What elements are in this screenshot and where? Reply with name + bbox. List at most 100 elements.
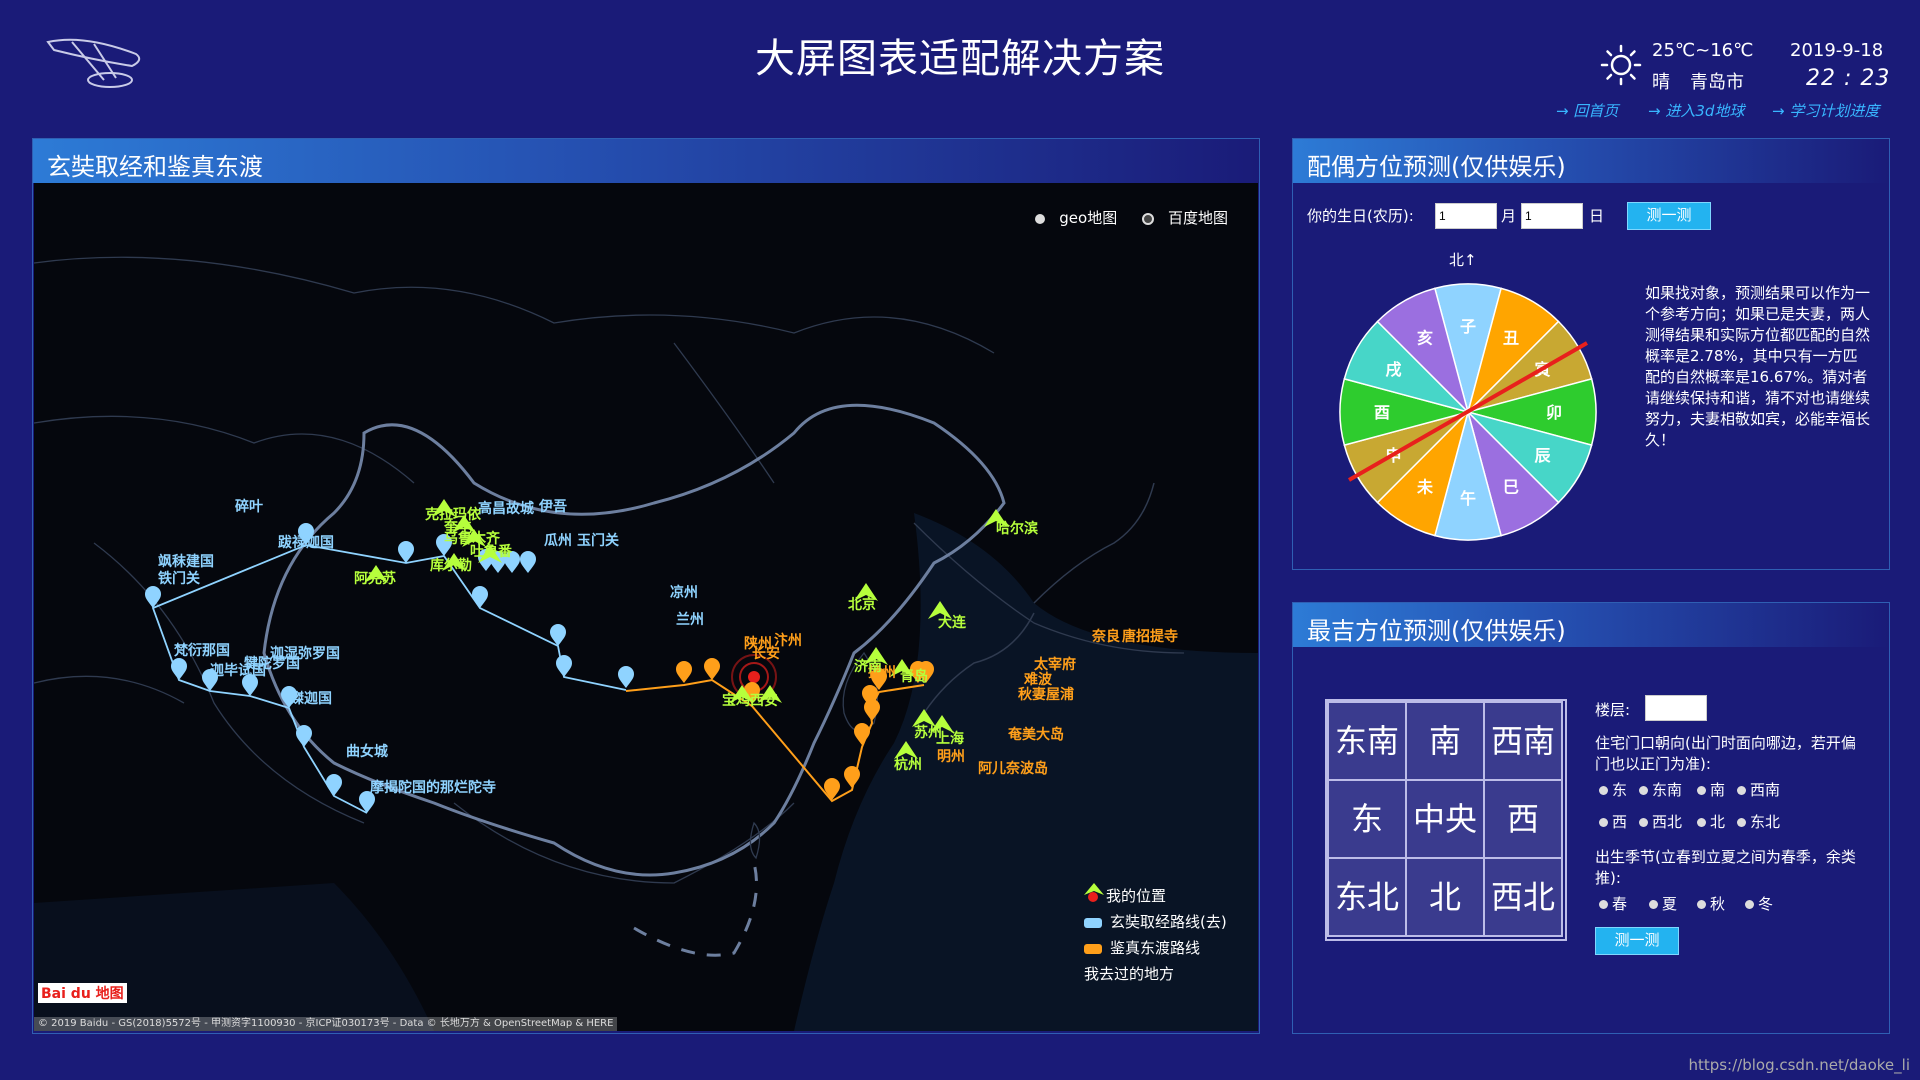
map-label-shanghai: 上海: [936, 730, 964, 747]
map-label-tangzhaoti: 唐招提寺: [1122, 628, 1178, 645]
map-canvas[interactable]: 碎叶 跋禄迦国 飒秣建国 铁门关 梵衍那国 迦毕试国 犍陀罗国 迦湿弥罗国 磔迦…: [34, 183, 1258, 1031]
map-label-akesu: 阿克苏: [354, 570, 396, 587]
grid-cell-west: 西: [1483, 779, 1563, 859]
door-option-northeast[interactable]: 东北: [1737, 811, 1780, 832]
radio-icon: [1745, 900, 1754, 909]
zodiac-direction-wheel: 子丑寅卯辰巳午未申酉戌亥: [1339, 283, 1597, 541]
globe-3d-link[interactable]: → 进入3d地球: [1648, 100, 1744, 121]
door-option-west[interactable]: 西: [1599, 811, 1627, 832]
spouse-predict-button[interactable]: 测一测: [1627, 202, 1711, 230]
map-label-fanyanna: 梵衍那国: [174, 642, 230, 659]
wheel-label: 午: [1460, 489, 1476, 508]
wheel-label: 辰: [1534, 446, 1550, 465]
grid-cell-southeast: 东南: [1327, 701, 1407, 781]
wheel-label: 亥: [1417, 329, 1433, 348]
map-label-mingzhou: 明州: [937, 749, 965, 765]
birth-season-question: 出生季节(立春到立夏之间为春季，余类推):: [1595, 848, 1856, 887]
date: 2019-9-18: [1790, 40, 1884, 61]
grid-cell-southwest: 西南: [1483, 701, 1563, 781]
wheel-label: 子: [1460, 317, 1476, 336]
baidu-map-logo: Bai du 地图: [38, 983, 127, 1003]
study-plan-link[interactable]: → 学习计划进度: [1772, 100, 1879, 121]
map-label-baluga: 跋禄迦国: [278, 534, 334, 551]
line-swatch-icon: [1084, 943, 1102, 954]
map-label-zhejia: 磔迦国: [290, 690, 332, 707]
season-option-winter[interactable]: 冬: [1745, 893, 1773, 914]
map-panel-title: 玄奘取经和鉴真东渡: [47, 153, 263, 181]
floor-input[interactable]: [1645, 695, 1707, 721]
door-option-southwest[interactable]: 西南: [1737, 779, 1780, 800]
season-option-spring[interactable]: 春: [1599, 893, 1627, 914]
legend-my-location[interactable]: 我的位置: [1084, 883, 1227, 909]
radio-dot-icon: [1035, 213, 1046, 224]
lucky-panel-header: 最吉方位预测(仅供娱乐): [1293, 603, 1889, 647]
radio-icon: [1649, 900, 1658, 909]
wheel-label: 戌: [1386, 360, 1402, 379]
door-option-south[interactable]: 南: [1697, 779, 1725, 800]
map-label-tiemenguan: 铁门关: [158, 570, 200, 587]
radio-icon: [1697, 818, 1706, 827]
map-label-qunucheng: 曲女城: [346, 743, 388, 760]
radio-icon: [1697, 900, 1706, 909]
map-label-guazhou: 瓜州: [544, 533, 572, 549]
home-link[interactable]: → 回首页: [1556, 100, 1618, 121]
door-option-east[interactable]: 东: [1599, 779, 1627, 800]
geo-map-option[interactable]: geo地图: [1025, 209, 1117, 227]
radio-icon: [1599, 900, 1608, 909]
lucky-predict-button[interactable]: 测一测: [1595, 927, 1679, 955]
map-label-naliang: 奈良: [1091, 628, 1120, 645]
door-option-southeast[interactable]: 东南: [1639, 779, 1682, 800]
map-label-qiuqiwupu: 秋妻屋浦: [1018, 686, 1074, 703]
birth-month-input[interactable]: [1435, 203, 1497, 229]
city: 青岛市: [1690, 72, 1744, 93]
season-option-autumn[interactable]: 秋: [1697, 893, 1725, 914]
route-map[interactable]: 碎叶 跋禄迦国 飒秣建国 铁门关 梵衍那国 迦毕试国 犍陀罗国 迦湿弥罗国 磔迦…: [34, 183, 1258, 1031]
wheel-label: 巳: [1503, 477, 1519, 496]
radio-icon: [1737, 786, 1746, 795]
wheel-label: 丑: [1503, 329, 1519, 348]
radio-icon: [1737, 818, 1746, 827]
grid-cell-northeast: 东北: [1327, 857, 1407, 937]
door-option-northwest[interactable]: 西北: [1639, 811, 1682, 832]
line-swatch-icon: [1084, 917, 1102, 928]
map-label-baoji: 宝鸡: [722, 692, 750, 709]
legend-visited[interactable]: 我去过的地方: [1084, 883, 1227, 987]
spouse-panel-title: 配偶方位预测(仅供娱乐): [1307, 153, 1566, 181]
map-panel: 玄奘取经和鉴真东渡 碎叶 跋禄迦国 飒秣建国 铁门关 梵衍那国 迦毕试国 犍陀罗…: [32, 138, 1260, 1034]
map-label-yiwu: 伊吾: [538, 498, 567, 515]
grid-cell-center: 中央: [1405, 779, 1485, 859]
sun-icon: [1600, 44, 1642, 86]
map-label-amami: 奄美大岛: [1008, 726, 1064, 743]
legend-jianzhen-route[interactable]: 鉴真东渡路线: [1084, 935, 1227, 961]
door-option-north[interactable]: 北: [1697, 811, 1725, 832]
map-type-switch[interactable]: geo地图 百度地图: [1015, 207, 1228, 228]
season-option-summer[interactable]: 夏: [1649, 893, 1677, 914]
door-orientation-question: 住宅门口朝向(出门时面向哪边，若开偏门也以正门为准):: [1595, 734, 1856, 773]
map-label-nanbo: 难波: [1023, 671, 1053, 688]
radio-icon: [1599, 818, 1608, 827]
floor-label: 楼层:: [1595, 701, 1631, 719]
weather-condition: 晴: [1652, 72, 1670, 93]
map-label-nalanda: 摩揭陀国的那烂陀寺: [370, 779, 496, 796]
grid-cell-north: 北: [1405, 857, 1485, 937]
baidu-map-option[interactable]: 百度地图: [1132, 209, 1228, 227]
map-label-tulufan: 吐鲁番: [470, 543, 513, 560]
spouse-panel-header: 配偶方位预测(仅供娱乐): [1293, 139, 1889, 183]
radio-ring-icon: [1141, 212, 1154, 225]
map-label-yumenguan: 玉门关: [577, 532, 619, 549]
clock: 22 : 23: [1806, 66, 1891, 91]
legend-xuanzang-route[interactable]: 玄奘取经路线(去): [1084, 909, 1227, 935]
map-label-xian: 西安: [750, 692, 778, 709]
map-label-jinan: 济南: [854, 658, 882, 675]
map-label-changan: 长安: [752, 645, 780, 662]
map-label-kuerle: 库尔勒: [430, 557, 472, 574]
wheel-label: 卯: [1546, 403, 1562, 422]
wheel-label: 酉: [1374, 403, 1390, 422]
birth-day-input[interactable]: [1521, 203, 1583, 229]
map-legend: 我的位置 玄奘取经路线(去) 鉴真东渡路线 我去过的地方: [1084, 883, 1227, 987]
map-copyright: © 2019 Baidu - GS(2018)5572号 - 甲测资字11009…: [34, 1017, 618, 1031]
lucky-panel-title: 最吉方位预测(仅供娱乐): [1307, 617, 1566, 645]
spouse-direction-panel: 配偶方位预测(仅供娱乐) 你的生日(农历): 月 日 测一测 北↑ 子丑寅卯辰巳…: [1292, 138, 1890, 570]
map-label-dalian: 大连: [938, 614, 967, 631]
spouse-description: 如果找对象，预测结果可以作为一个参考方向；如果已是夫妻，两人测得结果和实际方位都…: [1645, 284, 1871, 449]
